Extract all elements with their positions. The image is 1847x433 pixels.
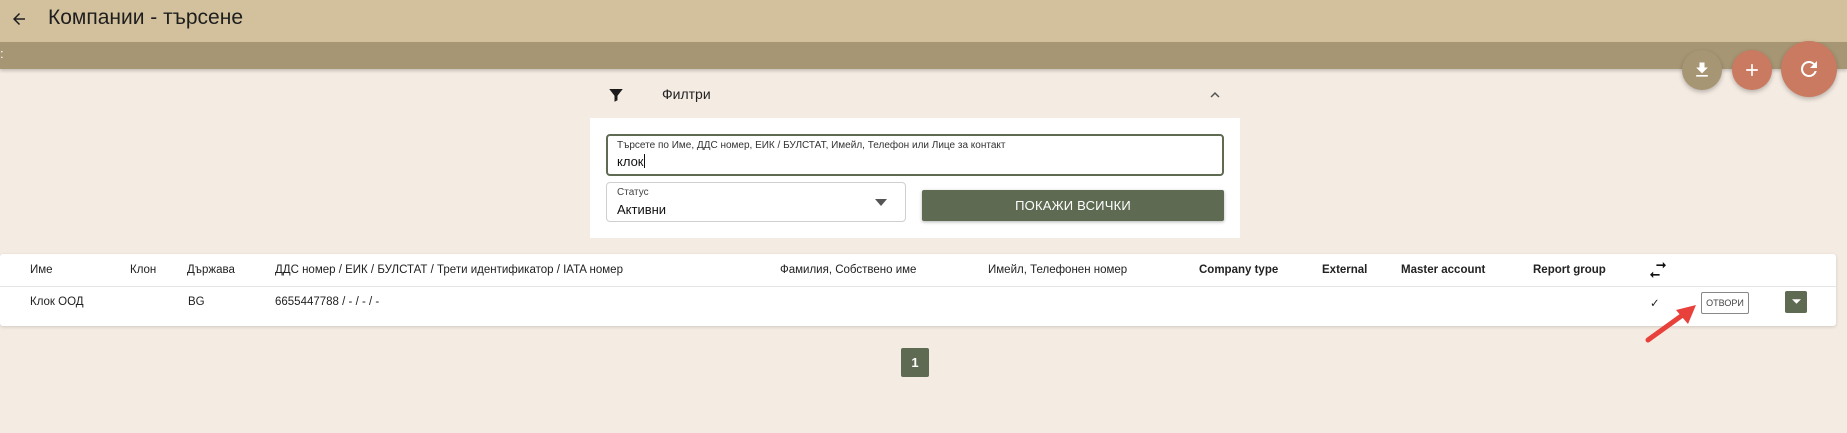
column-header-person[interactable]: Фамилия, Собствено име (780, 264, 916, 276)
download-icon (1696, 62, 1708, 77)
app-header: Компании - търсене (0, 0, 1847, 42)
page-button[interactable]: 1 (901, 348, 929, 377)
column-header-master-account[interactable]: Master account (1401, 264, 1485, 276)
download-button[interactable] (1682, 50, 1722, 90)
show-all-button[interactable]: ПОКАЖИ ВСИЧКИ (922, 190, 1224, 221)
status-label: Статус (617, 187, 649, 198)
column-header-contact[interactable]: Имейл, Телефонен номер (988, 264, 1127, 276)
filter-icon (609, 89, 623, 102)
back-button[interactable] (4, 4, 34, 34)
plus-icon (1746, 64, 1758, 76)
column-header-branch[interactable]: Клон (130, 264, 156, 276)
add-company-button[interactable] (1732, 50, 1772, 90)
chevron-up-icon[interactable] (1206, 86, 1224, 104)
dropdown-arrow-icon (875, 199, 887, 206)
search-input[interactable]: Търсете по Име, ДДС номер, ЕИК / БУЛСТАТ… (606, 134, 1224, 176)
column-header-country[interactable]: Държава (187, 264, 235, 276)
column-header-company-type[interactable]: Company type (1199, 264, 1278, 276)
filters-header[interactable]: Филтри (590, 76, 1240, 114)
row-menu-button[interactable] (1785, 291, 1807, 313)
annotation-arrow-icon (1645, 305, 1696, 343)
column-header-ids[interactable]: ДДС номер / ЕИК / БУЛСТАТ / Трети иденти… (275, 264, 623, 276)
text-cursor (644, 154, 646, 168)
caret-down-icon (1791, 299, 1801, 304)
search-label: Търсете по Име, ДДС номер, ЕИК / БУЛСТАТ… (617, 140, 1006, 151)
subbar-handle[interactable]: : (0, 46, 4, 61)
refresh-button[interactable] (1781, 41, 1837, 97)
sub-toolbar: : (0, 42, 1847, 69)
status-value: Активни (617, 202, 667, 217)
open-button[interactable]: ОТВОРИ (1701, 292, 1749, 314)
column-header-name[interactable]: Име (30, 264, 53, 276)
search-value: клок (617, 154, 646, 169)
status-select[interactable]: Статус Активни (606, 182, 906, 222)
page-title: Компании - търсене (48, 6, 243, 29)
cell-country: BG (188, 296, 205, 308)
row-divider (0, 286, 1836, 287)
column-header-external[interactable]: External (1322, 264, 1367, 276)
column-header-report-group[interactable]: Report group (1533, 264, 1606, 276)
swap-columns-icon[interactable] (1648, 262, 1668, 278)
results-table: Име Клон Държава ДДС номер / ЕИК / БУЛСТ… (0, 254, 1836, 326)
refresh-icon (1800, 60, 1817, 77)
cell-name: Клок ООД (30, 296, 84, 308)
cell-ids: 6655447788 / - / - / - (275, 296, 380, 308)
arrow-left-icon (13, 13, 25, 25)
filters-title: Филтри (662, 86, 711, 102)
filters-panel: Търсете по Име, ДДС номер, ЕИК / БУЛСТАТ… (590, 118, 1240, 238)
